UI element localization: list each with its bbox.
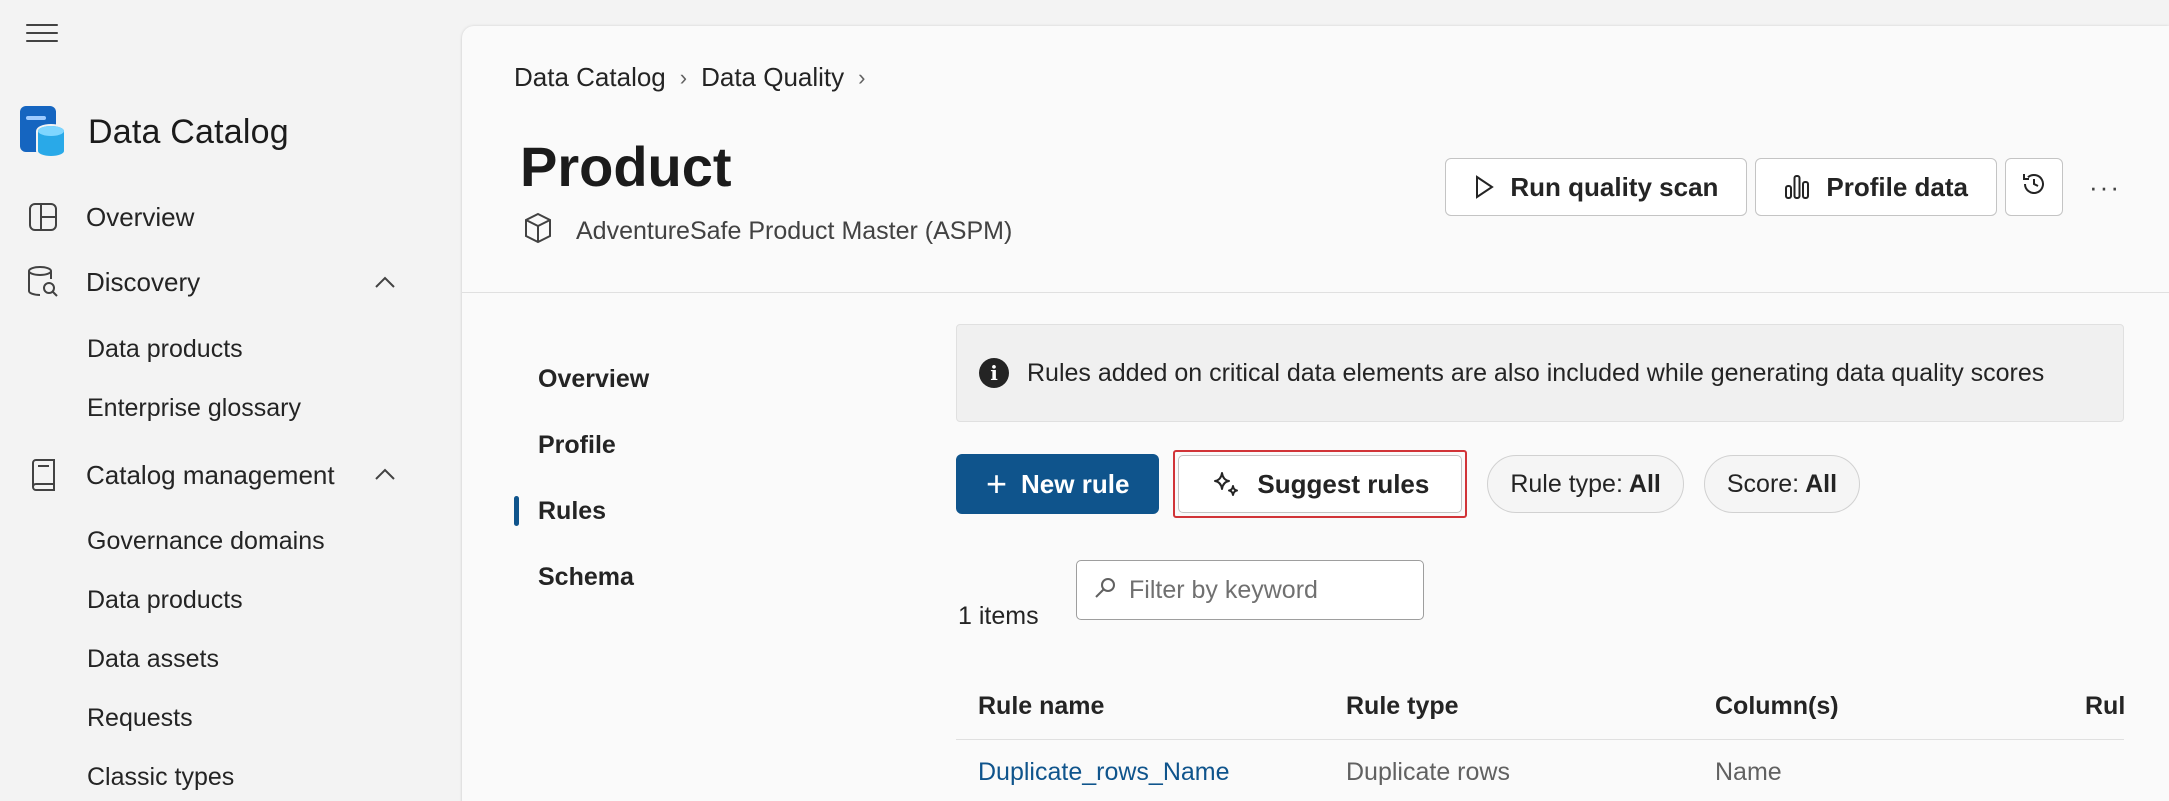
- column-header-rule-type[interactable]: Rule type: [1324, 692, 1693, 721]
- layout-grid-icon: [26, 200, 60, 234]
- chevron-up-icon[interactable]: [372, 270, 398, 296]
- suggest-rules-button[interactable]: Suggest rules: [1178, 455, 1463, 513]
- breadcrumb-data-catalog[interactable]: Data Catalog: [514, 62, 666, 93]
- sidebar-item-overview[interactable]: Overview: [26, 200, 194, 234]
- cube-icon: [522, 212, 554, 251]
- sidebar-item-catalog-management[interactable]: Catalog management: [26, 458, 335, 492]
- breadcrumb: Data Catalog › Data Quality ›: [514, 62, 880, 93]
- rule-type-filter-label: Rule type:: [1510, 469, 1623, 498]
- chevron-up-icon[interactable]: [372, 462, 398, 488]
- history-icon: [2021, 171, 2047, 204]
- hamburger-menu-icon[interactable]: [26, 24, 58, 48]
- new-rule-button[interactable]: + New rule: [956, 454, 1160, 514]
- sidebar-item-label: Overview: [86, 201, 195, 232]
- sidebar: Data Catalog Overview Discovery Data pro…: [0, 0, 460, 801]
- tab-profile[interactable]: Profile: [514, 412, 649, 478]
- database-search-icon: [26, 265, 60, 299]
- page-title: Product: [520, 135, 732, 198]
- sidebar-item-label: Discovery: [86, 266, 201, 297]
- suggest-rules-highlight: Suggest rules: [1173, 450, 1468, 518]
- rules-table: Rule name Rule type Column(s) Rul Duplic…: [956, 674, 2124, 801]
- bar-chart-icon: [1784, 174, 1810, 200]
- rules-toolbar: + New rule Suggest rules Rule type: All …: [956, 450, 1861, 518]
- tab-overview[interactable]: Overview: [514, 346, 649, 412]
- table-header-row: Rule name Rule type Column(s) Rul: [956, 674, 2124, 740]
- sparkle-icon: [1211, 469, 1241, 499]
- plus-icon: +: [986, 463, 1008, 504]
- tab-schema[interactable]: Schema: [514, 544, 649, 610]
- sidebar-item-data-products[interactable]: Data products: [87, 335, 243, 364]
- column-header-rule-name[interactable]: Rule name: [956, 692, 1324, 721]
- more-options-button[interactable]: ···: [2089, 172, 2121, 203]
- book-icon: [26, 458, 60, 492]
- app-title: Data Catalog: [88, 112, 289, 151]
- chevron-right-icon: ›: [858, 64, 866, 90]
- score-filter-label: Score:: [1726, 469, 1800, 498]
- table-row[interactable]: Duplicate_rows_Name Duplicate rows Name: [956, 740, 2124, 801]
- score-filter-value: All: [1805, 469, 1838, 498]
- profile-data-label: Profile data: [1826, 171, 1969, 202]
- run-quality-scan-button[interactable]: Run quality scan: [1445, 158, 1748, 216]
- data-catalog-logo-icon: [20, 106, 66, 158]
- rule-type-cell: Duplicate rows: [1346, 758, 1510, 786]
- sidebar-item-enterprise-glossary[interactable]: Enterprise glossary: [87, 394, 301, 423]
- tab-list: Overview Profile Rules Schema: [514, 346, 649, 610]
- info-icon: i: [979, 358, 1009, 388]
- sidebar-item-data-assets[interactable]: Data assets: [87, 645, 219, 674]
- filter-search-box[interactable]: [1076, 560, 1424, 620]
- suggest-rules-label: Suggest rules: [1257, 468, 1430, 499]
- app-header: Data Catalog: [20, 106, 289, 158]
- sidebar-item-classic-types[interactable]: Classic types: [87, 763, 234, 792]
- breadcrumb-data-quality[interactable]: Data Quality: [701, 62, 844, 93]
- rule-type-filter-value: All: [1628, 469, 1661, 498]
- new-rule-label: New rule: [1021, 468, 1130, 499]
- search-icon: [1093, 576, 1117, 605]
- rule-name-link[interactable]: Duplicate_rows_Name: [956, 758, 1324, 787]
- filter-input[interactable]: [1129, 575, 1409, 605]
- sidebar-item-data-products-2[interactable]: Data products: [87, 586, 243, 615]
- items-count: 1 items: [958, 602, 1039, 630]
- rule-type-filter[interactable]: Rule type: All: [1487, 455, 1684, 513]
- data-product-name: AdventureSafe Product Master (ASPM): [576, 217, 1013, 245]
- header-actions: Run quality scan Profile data ···: [1445, 158, 2121, 216]
- play-icon: [1474, 175, 1495, 199]
- score-filter[interactable]: Score: All: [1703, 455, 1861, 513]
- header-divider: [462, 292, 2169, 293]
- profile-data-button[interactable]: Profile data: [1755, 158, 1998, 216]
- sidebar-item-requests[interactable]: Requests: [87, 704, 193, 733]
- history-button[interactable]: [2005, 158, 2064, 216]
- info-message-text: Rules added on critical data elements ar…: [1027, 358, 2045, 387]
- column-header-rule-truncated[interactable]: Rul: [2063, 692, 2124, 721]
- info-message-bar: i Rules added on critical data elements …: [956, 324, 2124, 422]
- column-header-columns[interactable]: Column(s): [1693, 692, 2063, 721]
- sidebar-item-discovery[interactable]: Discovery: [26, 265, 200, 299]
- chevron-right-icon: ›: [679, 64, 688, 90]
- sidebar-item-governance-domains[interactable]: Governance domains: [87, 527, 325, 556]
- tab-rules[interactable]: Rules: [514, 478, 649, 544]
- columns-cell: Name: [1715, 758, 1782, 786]
- main-panel: Data Catalog › Data Quality › Product Ad…: [462, 26, 2169, 801]
- run-quality-scan-label: Run quality scan: [1510, 171, 1719, 202]
- page-subtitle: AdventureSafe Product Master (ASPM): [522, 212, 1012, 251]
- sidebar-item-label: Catalog management: [86, 459, 335, 490]
